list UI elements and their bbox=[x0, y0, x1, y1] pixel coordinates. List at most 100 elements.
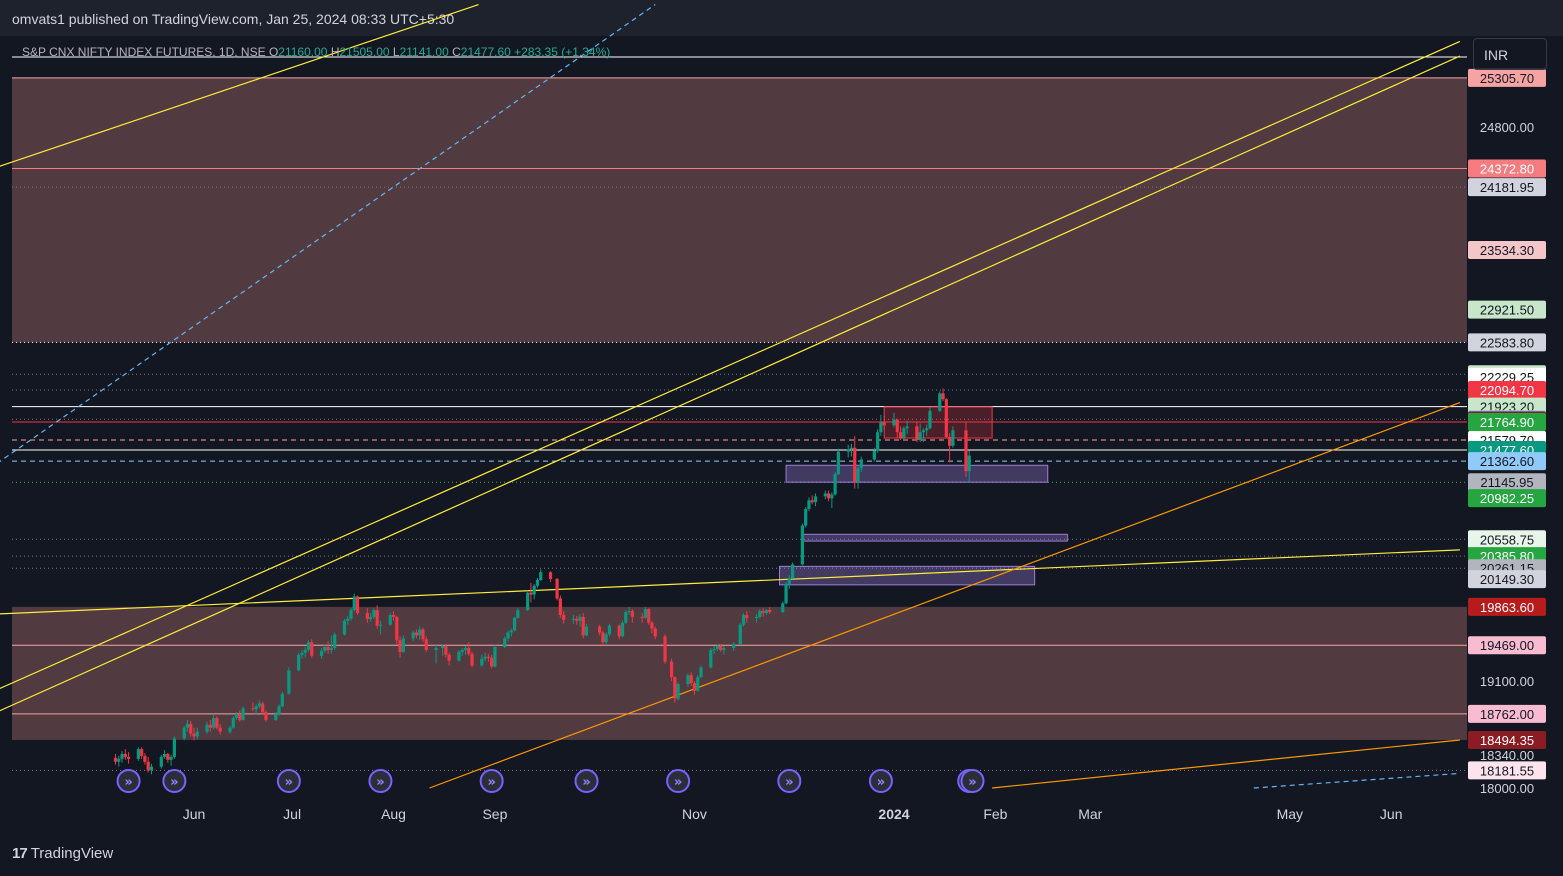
event-marker[interactable]: » bbox=[479, 769, 504, 793]
candle[interactable] bbox=[182, 725, 186, 741]
candle-body bbox=[581, 616, 585, 636]
candle-body bbox=[447, 654, 451, 661]
candle-body bbox=[323, 647, 327, 651]
candle[interactable] bbox=[624, 610, 628, 624]
time-tick: May bbox=[1277, 806, 1303, 822]
event-marker[interactable]: » bbox=[116, 769, 141, 793]
candle-body bbox=[833, 474, 837, 495]
candle[interactable] bbox=[620, 620, 625, 638]
candle[interactable] bbox=[804, 507, 808, 528]
candle-body bbox=[424, 639, 428, 650]
candle[interactable] bbox=[280, 691, 284, 708]
price-chart[interactable]: »»»»»»»»»»» 25305.7024372.8024181.952353… bbox=[0, 0, 1563, 876]
candle-body bbox=[231, 718, 235, 728]
candle[interactable] bbox=[297, 652, 301, 672]
candle[interactable] bbox=[526, 590, 530, 612]
candle[interactable] bbox=[512, 616, 517, 632]
price-label-text: 19469.00 bbox=[1480, 638, 1534, 653]
price-label: 24372.80 bbox=[1468, 159, 1546, 178]
candle[interactable] bbox=[738, 622, 742, 646]
event-marker[interactable]: » bbox=[368, 769, 393, 793]
candle-body bbox=[215, 718, 219, 728]
candle[interactable] bbox=[938, 391, 942, 412]
candle[interactable] bbox=[241, 706, 245, 721]
candle[interactable] bbox=[836, 448, 840, 475]
candle[interactable] bbox=[558, 595, 562, 618]
candle[interactable] bbox=[876, 429, 880, 453]
candle-body bbox=[372, 610, 376, 617]
candle[interactable] bbox=[833, 472, 837, 496]
event-marker[interactable]: » bbox=[276, 769, 301, 793]
price-label: 19863.60 bbox=[1468, 597, 1546, 616]
candle-body bbox=[326, 647, 330, 650]
event-marker[interactable]: » bbox=[574, 769, 599, 793]
candle[interactable] bbox=[784, 581, 788, 605]
event-marker[interactable]: » bbox=[162, 769, 187, 793]
candle-body bbox=[526, 592, 530, 611]
candle-body bbox=[790, 564, 795, 579]
candle-body bbox=[548, 572, 553, 580]
candle-body bbox=[503, 638, 507, 648]
candle[interactable] bbox=[493, 645, 497, 668]
event-marker[interactable]: » bbox=[960, 769, 985, 793]
candle-body bbox=[346, 618, 350, 621]
candle-body bbox=[434, 648, 438, 650]
event-marker[interactable]: » bbox=[868, 769, 893, 793]
candle-body bbox=[185, 723, 190, 728]
candle[interactable] bbox=[800, 523, 805, 566]
candle[interactable] bbox=[790, 562, 795, 580]
candle[interactable] bbox=[333, 632, 337, 650]
candle-body bbox=[375, 610, 379, 626]
candle[interactable] bbox=[159, 754, 163, 769]
candle-body bbox=[719, 646, 723, 650]
candle[interactable] bbox=[663, 634, 667, 664]
candle[interactable] bbox=[342, 618, 347, 636]
candle[interactable] bbox=[696, 675, 700, 692]
candle-body bbox=[342, 620, 347, 635]
candle-body bbox=[928, 410, 932, 429]
event-marker[interactable]: » bbox=[777, 769, 802, 793]
candle-body bbox=[758, 611, 762, 617]
candle-body bbox=[535, 579, 540, 586]
candle-body bbox=[722, 648, 726, 650]
candle[interactable] bbox=[647, 608, 651, 625]
candle[interactable] bbox=[215, 716, 219, 730]
range-box bbox=[801, 533, 1068, 542]
candle[interactable] bbox=[470, 651, 474, 668]
candle[interactable] bbox=[555, 578, 559, 601]
low-label: L bbox=[392, 45, 400, 59]
candle[interactable] bbox=[673, 676, 677, 703]
tradingview-logo[interactable]: 17 TradingView bbox=[12, 845, 113, 862]
candle-body bbox=[490, 657, 494, 667]
candle-body bbox=[571, 618, 576, 620]
price-label: 21145.95 bbox=[1468, 473, 1546, 492]
candle-body bbox=[915, 426, 919, 441]
candle-body bbox=[319, 650, 324, 656]
candle[interactable] bbox=[287, 667, 291, 695]
candle[interactable] bbox=[136, 747, 140, 761]
candle-body bbox=[741, 614, 746, 625]
candle[interactable] bbox=[944, 398, 948, 439]
candle-body bbox=[149, 766, 154, 771]
close-value: 21477.60 bbox=[460, 45, 511, 59]
candle-body bbox=[300, 652, 304, 655]
candle-body bbox=[607, 625, 612, 635]
candle[interactable] bbox=[676, 682, 680, 701]
candle[interactable] bbox=[709, 648, 713, 669]
candle-body bbox=[287, 670, 291, 694]
candle-body bbox=[712, 648, 716, 650]
price-label: 22921.50 bbox=[1468, 300, 1546, 319]
candle-body bbox=[598, 626, 602, 633]
candle[interactable] bbox=[172, 736, 176, 759]
forward-arrow-icon: » bbox=[285, 775, 293, 790]
time-tick: Jun bbox=[183, 806, 206, 822]
candle-body bbox=[208, 724, 212, 728]
candle-body bbox=[859, 459, 863, 469]
candle[interactable] bbox=[395, 615, 399, 645]
change-value: +283.35 (+1.34%) bbox=[514, 45, 611, 59]
currency-button[interactable]: INR bbox=[1473, 38, 1547, 70]
candle[interactable] bbox=[741, 613, 746, 627]
candle-body bbox=[169, 756, 173, 760]
event-marker[interactable]: » bbox=[666, 769, 691, 793]
candle[interactable] bbox=[355, 595, 360, 615]
